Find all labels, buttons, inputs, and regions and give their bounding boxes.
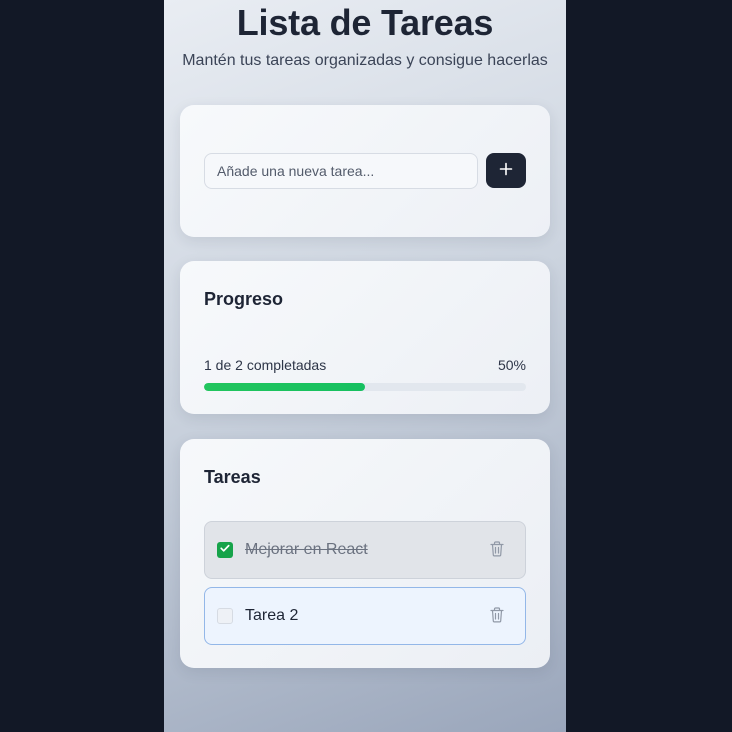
task-text: Mejorar en React [245,541,368,558]
progress-card: Progreso 1 de 2 completadas 50% [180,261,550,414]
todo-app: Lista de Tareas Mantén tus tareas organi… [164,0,566,732]
task-checkbox[interactable] [217,608,233,624]
new-task-input[interactable] [204,153,478,189]
tasks-card: Tareas Mejorar en React Tarea 2 [180,439,550,668]
progress-label: 1 de 2 completadas [204,357,327,373]
add-task-card [180,105,550,237]
trash-icon [489,606,505,629]
tasks-heading: Tareas [204,467,261,487]
task-text: Tarea 2 [245,607,299,624]
task-item: Mejorar en React [204,521,526,579]
check-icon [219,541,231,559]
task-checkbox[interactable] [217,542,233,558]
plus-icon [499,162,513,179]
task-item: Tarea 2 [204,587,526,645]
progress-bar-fill [204,383,365,391]
add-task-button[interactable] [486,153,526,188]
page-subtitle: Mantén tus tareas organizadas y consigue… [182,52,548,69]
trash-icon [489,540,505,563]
delete-task-button[interactable] [489,540,505,563]
progress-percent: 50% [497,357,526,373]
progress-bar [204,383,526,391]
page-title: Lista de Tareas [236,2,494,43]
delete-task-button[interactable] [489,606,505,629]
progress-heading: Progreso [204,289,284,309]
